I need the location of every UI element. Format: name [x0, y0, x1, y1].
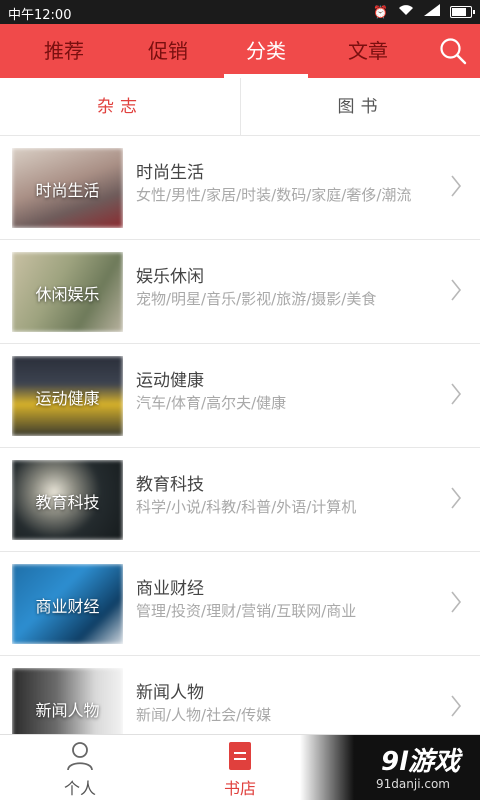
item-subtitle: 宠物/明星/音乐/影视/旅游/摄影/美食 [136, 290, 377, 308]
tab-magazines[interactable]: 杂志 [0, 78, 240, 136]
thumbnail-label: 教育科技 [35, 493, 100, 512]
list-item[interactable]: 时尚生活 时尚生活 女性/男性/家居/时装/数码/家庭/奢侈/潮流 [0, 136, 480, 240]
thumbnail-label: 时尚生活 [35, 181, 100, 200]
top-nav: 推荐 促销 分类 文章 [0, 24, 480, 78]
chevron-right-icon [451, 487, 462, 509]
list-item[interactable]: 新闻人物 新闻人物 新闻/人物/社会/传媒 [0, 656, 480, 734]
item-subtitle: 科学/小说/科教/科普/外语/计算机 [136, 498, 357, 516]
thumbnail: 运动健康 [12, 356, 123, 436]
item-title: 教育科技 [136, 475, 204, 495]
chevron-right-icon [451, 175, 462, 197]
nav-personal-label: 个人 [63, 779, 96, 798]
watermark-main: 9l游戏 [380, 747, 460, 777]
list-item[interactable]: 运动健康 运动健康 汽车/体育/高尔夫/健康 [0, 344, 480, 448]
chevron-right-icon [451, 695, 462, 717]
item-subtitle: 汽车/体育/高尔夫/健康 [136, 394, 287, 412]
item-title: 商业财经 [136, 579, 204, 599]
thumbnail: 时尚生活 [12, 148, 123, 228]
item-subtitle: 新闻/人物/社会/传媒 [136, 706, 272, 724]
chevron-right-icon [451, 279, 462, 301]
nav-bookstore-label: 书店 [223, 779, 256, 798]
item-title: 时尚生活 [136, 163, 204, 183]
thumbnail-label: 商业财经 [35, 597, 100, 616]
item-title: 娱乐休闲 [136, 267, 204, 287]
bookstore-icon [229, 742, 251, 770]
chevron-right-icon [451, 383, 462, 405]
status-time: 中午12:00 [8, 8, 72, 23]
search-button[interactable] [438, 36, 468, 66]
thumbnail: 新闻人物 [12, 668, 123, 734]
tab-categories[interactable]: 分类 [224, 24, 308, 78]
bottom-nav: 个人 书店 9l游戏 91danji.com [0, 734, 480, 800]
thumbnail: 教育科技 [12, 460, 123, 540]
signal-icon [424, 4, 440, 19]
sub-tabs: 杂志 图书 [0, 78, 480, 136]
thumbnail: 休闲娱乐 [12, 252, 123, 332]
thumbnail-label: 休闲娱乐 [35, 285, 100, 304]
thumbnail-label: 运动健康 [35, 389, 100, 408]
status-icons: ⏰ [373, 4, 475, 19]
watermark-sub: 91danji.com [376, 777, 450, 791]
watermark-logo: 9l游戏 91danji.com [300, 735, 480, 800]
alarm-icon: ⏰ [373, 4, 388, 19]
item-title: 新闻人物 [136, 683, 204, 703]
list-item[interactable]: 教育科技 教育科技 科学/小说/科教/科普/外语/计算机 [0, 448, 480, 552]
item-subtitle: 管理/投资/理财/营销/互联网/商业 [136, 602, 357, 620]
thumbnail-label: 新闻人物 [35, 701, 100, 720]
search-icon [440, 38, 467, 65]
item-subtitle: 女性/男性/家居/时装/数码/家庭/奢侈/潮流 [136, 186, 412, 204]
chevron-right-icon [451, 591, 462, 613]
tab-articles[interactable]: 文章 [322, 24, 414, 78]
battery-icon [450, 5, 475, 18]
nav-bookstore[interactable]: 书店 [200, 741, 280, 799]
tab-recommend[interactable]: 推荐 [18, 24, 110, 78]
status-bar: 中午12:00 ⏰ [0, 0, 480, 24]
list-item[interactable]: 休闲娱乐 娱乐休闲 宠物/明星/音乐/影视/旅游/摄影/美食 [0, 240, 480, 344]
list-item[interactable]: 商业财经 商业财经 管理/投资/理财/营销/互联网/商业 [0, 552, 480, 656]
thumbnail: 商业财经 [12, 564, 123, 644]
user-icon [67, 742, 93, 771]
wifi-icon [398, 4, 414, 19]
tab-books[interactable]: 图书 [240, 78, 480, 136]
category-list: 时尚生活 时尚生活 女性/男性/家居/时装/数码/家庭/奢侈/潮流 休闲娱乐 娱… [0, 136, 480, 734]
nav-personal[interactable]: 个人 [40, 741, 120, 799]
tab-promotions[interactable]: 促销 [122, 24, 214, 78]
item-title: 运动健康 [136, 371, 204, 391]
